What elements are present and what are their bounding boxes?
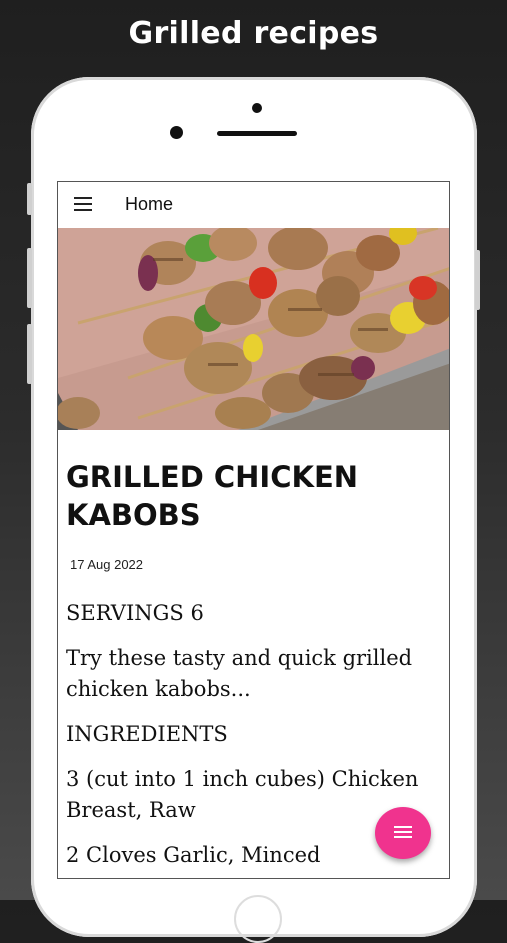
appbar-title: Home	[125, 194, 174, 214]
recipe-title: GRILLED CHICKEN KABOBS	[66, 460, 359, 532]
sensor-dot	[252, 103, 262, 113]
side-button	[27, 324, 32, 384]
promo-title: Grilled recipes	[128, 16, 379, 51]
earpiece-speaker	[217, 131, 297, 136]
recipe-content: GRILLED CHICKEN KABOBS 17 Aug 2022 SERVI…	[66, 458, 442, 871]
list-menu-icon	[394, 826, 412, 840]
recipe-date: 17 Aug 2022	[70, 557, 144, 572]
kabob-illustration	[58, 228, 449, 430]
side-button	[27, 183, 32, 215]
recipe-image	[58, 228, 449, 430]
fab-list-button[interactable]	[375, 807, 431, 859]
side-button	[27, 248, 32, 308]
home-button	[234, 895, 282, 943]
side-button	[475, 250, 480, 310]
recipe-description: Try these tasty and quick grilled chicke…	[66, 646, 413, 701]
hamburger-menu-icon[interactable]	[74, 197, 92, 211]
ingredients-heading: INGREDIENTS	[66, 722, 228, 746]
servings-text: SERVINGS 6	[66, 601, 204, 625]
app-screen: Home GRILLED CHICKEN KABOBS 17 Aug 2022 …	[57, 181, 450, 879]
front-camera	[170, 126, 183, 139]
app-bar: Home	[58, 182, 449, 228]
